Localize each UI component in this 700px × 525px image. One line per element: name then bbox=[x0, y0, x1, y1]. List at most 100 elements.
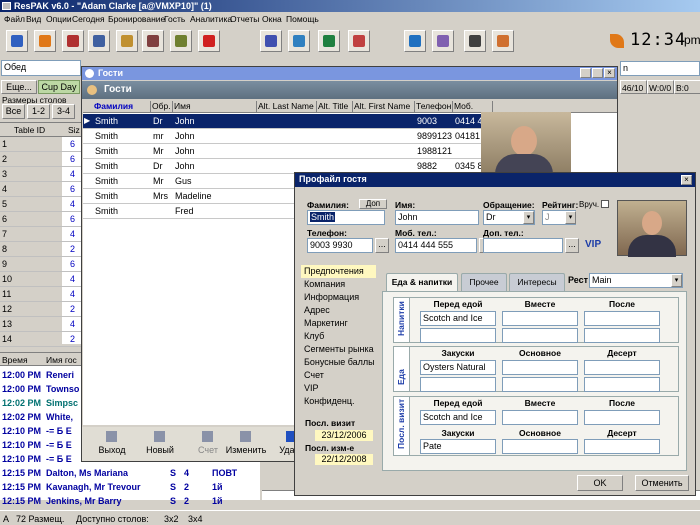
close-button[interactable]: × bbox=[604, 68, 615, 78]
pref-field[interactable] bbox=[502, 439, 578, 454]
meal-field[interactable]: Обед bbox=[1, 60, 81, 76]
nav-item[interactable]: Компания bbox=[301, 278, 376, 291]
phone-more-button[interactable]: ... bbox=[375, 238, 389, 253]
table-row[interactable]: 96 bbox=[0, 257, 82, 272]
menu-item-7[interactable]: Отчеты bbox=[230, 14, 259, 24]
pref-field[interactable] bbox=[502, 377, 578, 392]
guests-col-0[interactable]: Фамилия bbox=[93, 101, 151, 113]
nav-item[interactable]: Предпочтения bbox=[301, 265, 376, 278]
nav-item[interactable]: Бонусные баллы bbox=[301, 356, 376, 369]
reservation-row[interactable]: 12:15 PM Kavanagh, Mr Trevour S 2 1й bbox=[0, 481, 260, 495]
pref-field[interactable] bbox=[502, 328, 578, 343]
action-0[interactable]: Выход bbox=[90, 429, 134, 459]
table-row[interactable]: 66 bbox=[0, 212, 82, 227]
pref-field[interactable] bbox=[584, 410, 660, 425]
pref-field[interactable] bbox=[502, 311, 578, 326]
tab-2[interactable]: Интересы bbox=[509, 273, 565, 291]
menu-item-2[interactable]: Опции bbox=[46, 14, 72, 24]
size-button-0[interactable]: Все bbox=[2, 104, 25, 119]
guests-col-2[interactable]: Имя bbox=[173, 101, 257, 113]
pref-field[interactable]: Scotch and Ice bbox=[420, 410, 496, 425]
nav-item[interactable]: Клуб bbox=[301, 330, 376, 343]
menu-item-5[interactable]: Гость bbox=[164, 14, 185, 24]
edit-icon[interactable] bbox=[116, 30, 138, 52]
guest-row[interactable]: ▶ Smith Dr John 9003 0414 4 bbox=[83, 114, 483, 129]
nav-item[interactable]: Адрес bbox=[301, 304, 376, 317]
pref-field[interactable] bbox=[584, 439, 660, 454]
rating-dropdown-icon[interactable]: ▾ bbox=[565, 211, 576, 224]
table-row[interactable]: 14 2 bbox=[0, 332, 82, 347]
right-field[interactable]: n bbox=[620, 61, 700, 76]
delete-icon[interactable] bbox=[198, 30, 220, 52]
guests-col-5[interactable]: Alt. First Name bbox=[353, 101, 415, 113]
table-row[interactable]: 16 bbox=[0, 137, 82, 152]
add-button[interactable]: Доп bbox=[359, 199, 387, 209]
surname-field[interactable]: Smith bbox=[307, 210, 385, 225]
guest-icon[interactable] bbox=[62, 30, 84, 52]
menu-item-9[interactable]: Помощь bbox=[286, 14, 319, 24]
camera-icon[interactable] bbox=[492, 30, 514, 52]
layout-icon[interactable] bbox=[6, 30, 28, 52]
guest-row[interactable]: Smith Mr John 19881211 bbox=[83, 144, 483, 159]
guests-col-1[interactable]: Обр. bbox=[151, 101, 173, 113]
menu-item-1[interactable]: Вид bbox=[26, 14, 41, 24]
table-row[interactable]: 11 4 bbox=[0, 287, 82, 302]
refresh-icon[interactable] bbox=[318, 30, 340, 52]
pref-field[interactable]: Oysters Natural bbox=[420, 360, 496, 375]
tab-1[interactable]: Прочее bbox=[461, 273, 507, 291]
clock-icon[interactable] bbox=[464, 30, 486, 52]
extra-phone-field[interactable] bbox=[483, 238, 563, 253]
size-button-2[interactable]: 3-4 bbox=[52, 104, 75, 119]
coin-icon[interactable] bbox=[34, 30, 56, 52]
table-row[interactable]: 13 4 bbox=[0, 317, 82, 332]
menu-item-0[interactable]: Файл bbox=[4, 14, 25, 24]
nav-item[interactable]: Сегменты рынка bbox=[301, 343, 376, 356]
reservation-row[interactable]: 12:15 PM Jenkins, Mr Barry S 2 1й bbox=[0, 495, 260, 509]
zoom-icon[interactable] bbox=[404, 30, 426, 52]
name-field[interactable]: John bbox=[395, 210, 479, 225]
maximize-button[interactable] bbox=[592, 68, 603, 78]
search-icon[interactable] bbox=[348, 30, 370, 52]
status-opt1[interactable]: 3x2 bbox=[164, 514, 179, 524]
table-row[interactable]: 10 4 bbox=[0, 272, 82, 287]
table-row[interactable]: 34 bbox=[0, 167, 82, 182]
roller-icon[interactable] bbox=[170, 30, 192, 52]
pref-field[interactable]: Pate bbox=[420, 439, 496, 454]
tab-0[interactable]: Еда & напитки bbox=[386, 273, 458, 291]
profile-close-button[interactable]: × bbox=[681, 175, 692, 185]
guest-row[interactable]: SmithmrJohn9899123404181 bbox=[83, 129, 483, 144]
menu-item-8[interactable]: Окна bbox=[262, 14, 282, 24]
cancel-button[interactable]: Отменить bbox=[635, 475, 689, 491]
guests-col-3[interactable]: Alt. Last Name bbox=[257, 101, 317, 113]
salutation-dropdown-icon[interactable]: ▾ bbox=[523, 211, 534, 224]
table-row[interactable]: 82 bbox=[0, 242, 82, 257]
guests-col-6[interactable]: Телефон bbox=[415, 101, 453, 113]
calendar-icon[interactable] bbox=[260, 30, 282, 52]
pref-field[interactable] bbox=[502, 360, 578, 375]
minimize-button[interactable] bbox=[580, 68, 591, 78]
ok-button[interactable]: OK bbox=[577, 475, 623, 491]
hourglass-icon[interactable] bbox=[142, 30, 164, 52]
rest-select[interactable]: Main bbox=[589, 273, 683, 288]
cup-day-button[interactable]: Cup Day bbox=[38, 80, 80, 94]
phone-field[interactable]: 9003 9930 bbox=[307, 238, 373, 253]
pref-field[interactable] bbox=[420, 328, 496, 343]
table-row[interactable]: 74 bbox=[0, 227, 82, 242]
reservation-row[interactable]: 12:15 PM Dalton, Ms Mariana S 4 ПОВТ bbox=[0, 467, 260, 481]
list-icon[interactable] bbox=[432, 30, 454, 52]
table-row[interactable]: 26 bbox=[0, 152, 82, 167]
book-icon[interactable] bbox=[88, 30, 110, 52]
grid-icon[interactable] bbox=[288, 30, 310, 52]
mobile-field[interactable]: 0414 444 555 bbox=[395, 238, 477, 253]
nav-item[interactable]: VIP bbox=[301, 382, 376, 395]
pref-field[interactable] bbox=[584, 360, 660, 375]
pref-field[interactable] bbox=[420, 377, 496, 392]
nav-item[interactable]: Счет bbox=[301, 369, 376, 382]
pref-field[interactable] bbox=[502, 410, 578, 425]
more-button[interactable]: Еще... bbox=[1, 80, 37, 94]
table-row[interactable]: 12 2 bbox=[0, 302, 82, 317]
nav-item[interactable]: Конфиденц. bbox=[301, 395, 376, 408]
pref-field[interactable] bbox=[584, 377, 660, 392]
menu-item-4[interactable]: Бронирование bbox=[108, 14, 165, 24]
table-row[interactable]: 54 bbox=[0, 197, 82, 212]
